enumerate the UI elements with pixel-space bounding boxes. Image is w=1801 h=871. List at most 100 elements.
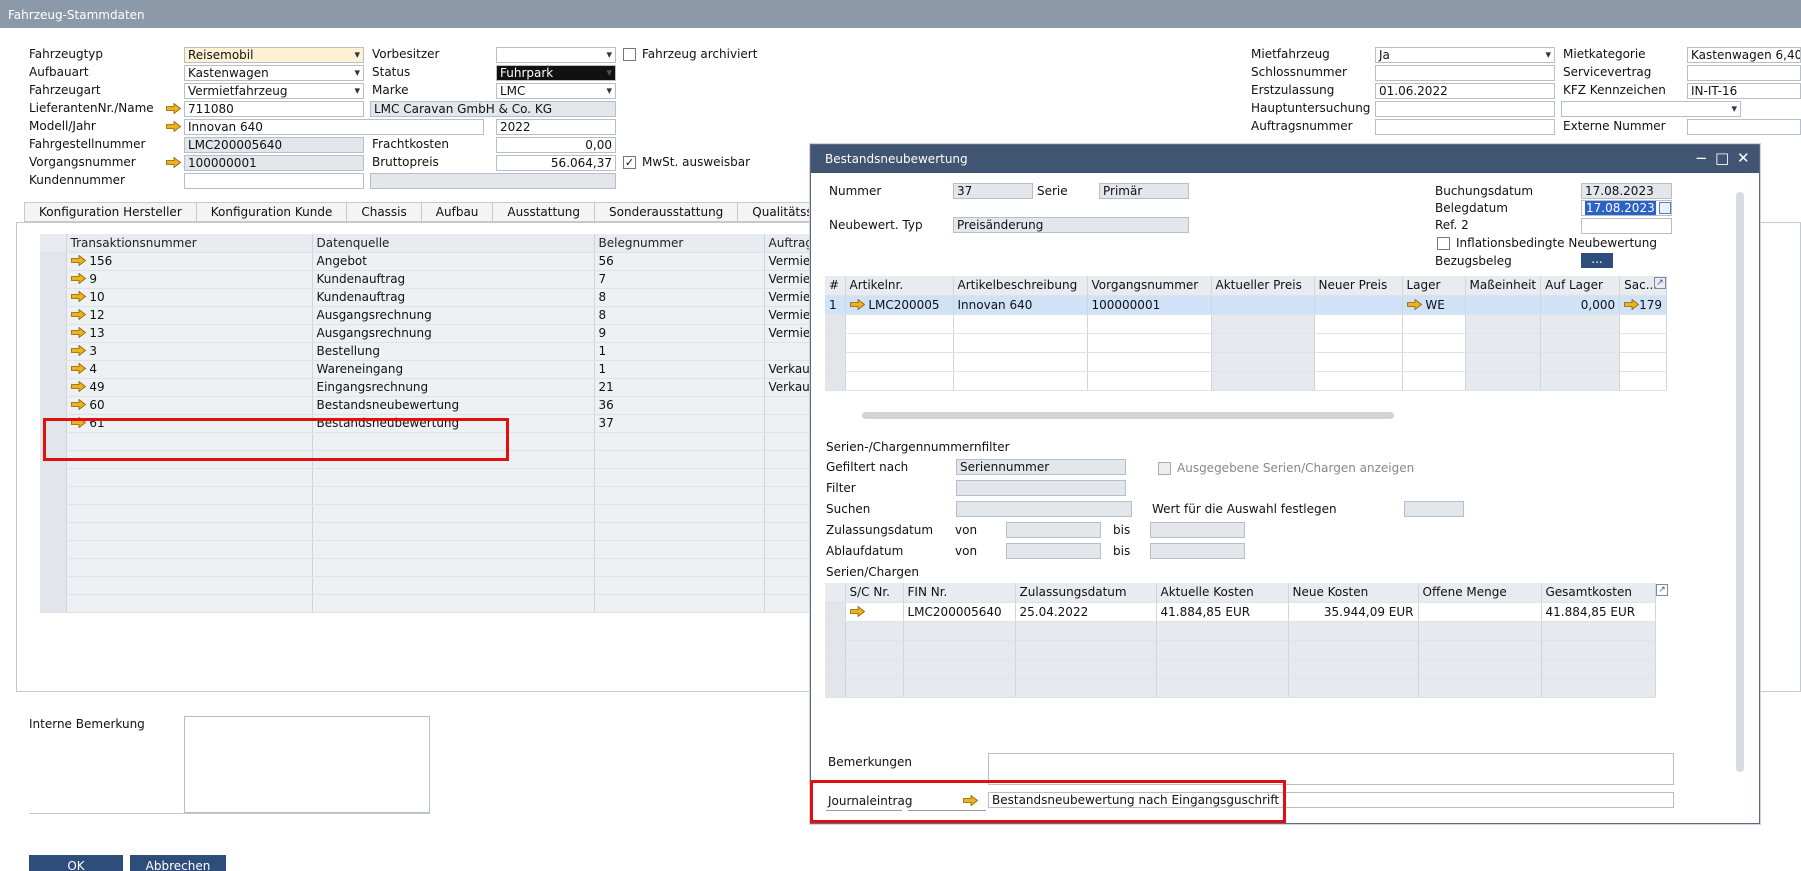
tab-manufacturer-config[interactable]: Konfiguration Hersteller [24, 202, 197, 222]
table-row[interactable] [40, 504, 820, 523]
table-row[interactable] [825, 352, 1668, 372]
column-header[interactable]: S/C Nr. [845, 583, 904, 603]
archived-checkbox[interactable] [623, 48, 636, 61]
transaction-number-cell[interactable]: 4 [66, 360, 313, 379]
column-header[interactable]: Gesamtkosten [1541, 583, 1656, 603]
cancel-button[interactable]: Abbrechen [130, 855, 226, 871]
vat-checkbox[interactable]: ✓ [623, 156, 636, 169]
table-row[interactable] [825, 333, 1668, 353]
item-number-cell[interactable]: LMC200005 [845, 295, 954, 315]
body-type-select[interactable]: Kastenwagen [184, 65, 364, 81]
order-number-field[interactable] [1375, 119, 1555, 135]
extra-select[interactable] [1561, 101, 1741, 117]
transaction-link-arrow-icon[interactable] [71, 273, 86, 284]
table-row[interactable] [825, 314, 1668, 334]
tab-special-equipment[interactable]: Sonderausstattung [595, 202, 739, 222]
expand-items-icon[interactable]: ↗ [1654, 277, 1666, 289]
table-row[interactable] [40, 468, 820, 487]
transaction-link-arrow-icon[interactable] [71, 399, 86, 410]
customer-number-field[interactable] [184, 173, 364, 189]
dialog-vertical-scrollbar[interactable] [1736, 192, 1744, 772]
ref-doc-button[interactable]: ... [1581, 253, 1613, 268]
transaction-link-arrow-icon[interactable] [71, 309, 86, 320]
status-select[interactable]: Fuhrpark [496, 65, 616, 81]
internal-remark-textarea[interactable] [184, 716, 430, 813]
transaction-link-arrow-icon[interactable] [71, 291, 86, 302]
table-row[interactable]: 13 Ausgangsrechnung 9 Vermiet [40, 324, 820, 343]
expand-batches-icon[interactable]: ↗ [1656, 584, 1668, 596]
tab-customer-config[interactable]: Konfiguration Kunde [196, 202, 348, 222]
table-row[interactable]: LMC200005640 25.04.2022 41.884,85 EUR 35… [825, 602, 1656, 622]
column-header[interactable]: Lager [1402, 276, 1466, 296]
ok-button[interactable]: OK [29, 855, 123, 871]
tab-equipment[interactable]: Ausstattung [493, 202, 596, 222]
table-row[interactable]: 12 Ausgangsrechnung 8 Vermiet [40, 306, 820, 325]
table-row[interactable]: 60 Bestandsneubewertung 36 [40, 396, 820, 415]
batch-link-arrow-icon[interactable] [850, 606, 865, 617]
transaction-link-arrow-icon[interactable] [71, 381, 86, 392]
vehicle-kind-select[interactable]: Vermietfahrzeug [184, 83, 364, 99]
service-contract-field[interactable] [1687, 65, 1801, 81]
license-plate-field[interactable]: IN-IT-16 [1687, 83, 1801, 99]
items-horizontal-scrollbar[interactable] [862, 412, 1394, 419]
warehouse-cell[interactable]: WE [1402, 295, 1466, 315]
transaction-number-cell[interactable]: 49 [66, 378, 313, 397]
maximize-icon[interactable]: □ [1715, 149, 1729, 167]
freight-cost-field[interactable]: 0,00 [496, 137, 616, 153]
lock-number-field[interactable] [1375, 65, 1555, 81]
table-row[interactable] [825, 371, 1668, 391]
transaction-number-cell[interactable]: 60 [66, 396, 313, 415]
table-row[interactable] [40, 522, 820, 541]
table-row[interactable]: 9 Kundenauftrag 7 Vermiet [40, 270, 820, 289]
table-row[interactable]: 156 Angebot 56 Vermiet [40, 252, 820, 271]
column-header[interactable]: Aktueller Preis [1211, 276, 1315, 296]
table-row[interactable]: 10 Kundenauftrag 8 Vermiet [40, 288, 820, 307]
minimize-icon[interactable]: − [1695, 149, 1708, 167]
table-row[interactable] [825, 678, 1656, 698]
table-row[interactable] [825, 640, 1656, 660]
table-row[interactable]: 4 Wareneingang 1 Verkauf [40, 360, 820, 379]
issued-batches-checkbox[interactable] [1158, 462, 1171, 475]
model-field[interactable]: Innovan 640 [184, 119, 484, 135]
table-row[interactable] [825, 659, 1656, 679]
transaction-number-cell[interactable]: 156 [66, 252, 313, 271]
item-link-arrow-icon[interactable] [850, 299, 865, 310]
main-inspection-field[interactable] [1375, 101, 1555, 117]
tab-body[interactable]: Aufbau [421, 202, 494, 222]
column-header[interactable]: Belegnummer [594, 234, 765, 253]
table-row[interactable]: 3 Bestellung 1 [40, 342, 820, 361]
table-row[interactable] [40, 558, 820, 577]
year-field[interactable]: 2022 [496, 119, 616, 135]
external-number-field[interactable] [1687, 119, 1801, 135]
new-price-cell[interactable] [1314, 295, 1403, 315]
previous-owner-select[interactable] [496, 47, 616, 63]
column-header[interactable]: Neue Kosten [1288, 583, 1419, 603]
transaction-number-cell[interactable]: 13 [66, 324, 313, 343]
calendar-icon[interactable] [1659, 202, 1671, 214]
rental-vehicle-select[interactable]: Ja [1375, 47, 1555, 63]
transaction-link-arrow-icon[interactable] [71, 327, 86, 338]
ref2-field[interactable] [1581, 218, 1672, 234]
transaction-number-cell[interactable]: 10 [66, 288, 313, 307]
new-cost-cell[interactable]: 35.944,09 EUR [1288, 602, 1419, 622]
column-header[interactable]: Vorgangsnummer [1087, 276, 1212, 296]
transaction-number-cell[interactable]: 12 [66, 306, 313, 325]
transaction-number-cell[interactable]: 9 [66, 270, 313, 289]
supplier-link-arrow-icon[interactable] [166, 103, 181, 114]
table-row[interactable]: 1 LMC200005 Innovan 640 100000001 WE 0,0… [825, 295, 1668, 315]
column-header[interactable]: Offene Menge [1418, 583, 1542, 603]
transaction-link-arrow-icon[interactable] [71, 255, 86, 266]
brand-select[interactable]: LMC [496, 83, 616, 99]
rental-category-field[interactable]: Kastenwagen 6,40 M [1687, 47, 1801, 63]
inflation-checkbox[interactable] [1437, 237, 1450, 250]
column-header[interactable]: Aktuelle Kosten [1156, 583, 1289, 603]
transaction-link-arrow-icon[interactable] [71, 363, 86, 374]
table-row[interactable] [825, 621, 1656, 641]
process-link-arrow-icon[interactable] [166, 157, 181, 168]
first-registration-field[interactable]: 01.06.2022 [1375, 83, 1555, 99]
account-link-arrow-icon[interactable] [1624, 299, 1639, 310]
table-row[interactable] [40, 594, 820, 613]
column-header[interactable]: Maßeinheit [1465, 276, 1542, 296]
account-cell[interactable]: 179 [1619, 295, 1668, 315]
batch-number-cell[interactable] [845, 602, 904, 622]
